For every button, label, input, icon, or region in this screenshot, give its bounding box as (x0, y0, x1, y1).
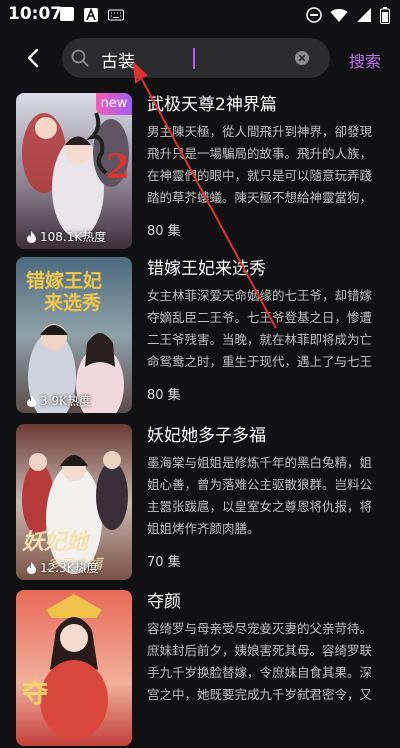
poster[interactable]: 2 new 108.1K热度 (16, 93, 132, 249)
wifi-icon (330, 8, 348, 22)
status-icons (306, 6, 390, 24)
poster[interactable]: 错嫁王妃 来选秀 3.9K热度 (16, 257, 132, 413)
flame-icon (27, 561, 36, 574)
heat-count: 3.9K热度 (26, 392, 91, 409)
result-title[interactable]: 错嫁王妃来选秀 (147, 254, 266, 279)
result-title[interactable]: 武极天尊2神界篇 (147, 90, 277, 115)
svg-text:妖妃她: 妖妃她 (22, 529, 91, 555)
battery-icon (380, 6, 390, 24)
poster[interactable]: 夺 (16, 590, 132, 746)
flame-icon (27, 230, 36, 243)
episode-count: 70 集 (147, 555, 181, 570)
result-item[interactable]: 夺 夺颜 容绮罗与母亲受尽宠妾灭妻的父亲苛待。庶妹封后前夕，姨娘害死其母。容绮罗… (16, 590, 384, 748)
search-bar[interactable]: 古装 (62, 38, 330, 78)
app-notification-icon (60, 7, 74, 21)
dnd-icon (306, 7, 322, 23)
result-description: 男主陳天極，從人間飛升到神界，卻發現飛升只是一場騙局的故事。飛升的人族，在神靈們… (147, 124, 373, 205)
poster[interactable]: 妖妃她 多子多福 12.3K热度 (16, 424, 132, 580)
result-title[interactable]: 夺颜 (147, 587, 181, 612)
heat-label: 108.1K热度 (40, 230, 107, 244)
keyboard-icon (108, 7, 124, 21)
result-description: 女主林菲深爱天命姻缘的七王爷，却错嫁夺嫡乱臣二王爷。七王爷登基之日，惨遭二王爷残… (147, 288, 373, 369)
svg-text:夺: 夺 (22, 679, 49, 709)
search-icon (71, 49, 89, 67)
heat-count: 12.3K热度 (26, 559, 99, 576)
result-description: 墨海棠与姐姐是修炼千年的黑白兔精，姐姐心善，曾为落难公主驱散狼群。岂料公主嚣张跋… (147, 455, 373, 536)
svg-text:错嫁王妃: 错嫁王妃 (26, 269, 102, 292)
result-description: 容绮罗与母亲受尽宠妾灭妻的父亲苛待。庶妹封后前夕，姨娘害死其母。容绮罗联手九千岁… (147, 621, 373, 702)
heat-label: 12.3K热度 (40, 561, 99, 575)
result-title[interactable]: 妖妃她多子多福 (147, 421, 266, 446)
result-item[interactable]: 错嫁王妃 来选秀 3.9K热度 错嫁王妃来选秀 女主林菲深爱天命姻缘的七王爷，却… (16, 257, 384, 415)
flame-icon (27, 394, 36, 407)
poster-artwork: 2 (16, 93, 132, 249)
svg-text:2: 2 (106, 147, 130, 187)
back-button[interactable] (22, 46, 46, 70)
chevron-left-icon (27, 48, 39, 68)
signal-icon (357, 8, 371, 22)
episode-count: 80 集 (147, 224, 181, 239)
result-item[interactable]: 2 new 108.1K热度 武极天尊2神界篇 男主陳天極，從人間飛升到神界，卻… (16, 93, 384, 251)
status-time: 10:07 (8, 4, 63, 24)
clear-search-icon[interactable] (295, 51, 309, 65)
episode-count: 80 集 (147, 388, 181, 403)
svg-text:来选秀: 来选秀 (44, 292, 102, 314)
search-input[interactable]: 古装 (101, 47, 135, 72)
search-button[interactable]: 搜索 (349, 48, 381, 72)
poster-artwork: 夺 (16, 590, 132, 746)
status-bar: 10:07 (0, 0, 400, 30)
poster-artwork: 妖妃她 多子多福 (16, 424, 132, 580)
heat-label: 3.9K热度 (40, 394, 91, 408)
text-cursor (193, 48, 195, 69)
result-item[interactable]: 妖妃她 多子多福 12.3K热度 妖妃她多子多福 墨海棠与姐姐是修炼千年的黑白兔… (16, 424, 384, 582)
new-badge: new (96, 93, 132, 115)
heat-count: 108.1K热度 (26, 228, 106, 245)
poster-artwork: 错嫁王妃 来选秀 (16, 257, 132, 413)
font-notification-icon (84, 7, 98, 22)
